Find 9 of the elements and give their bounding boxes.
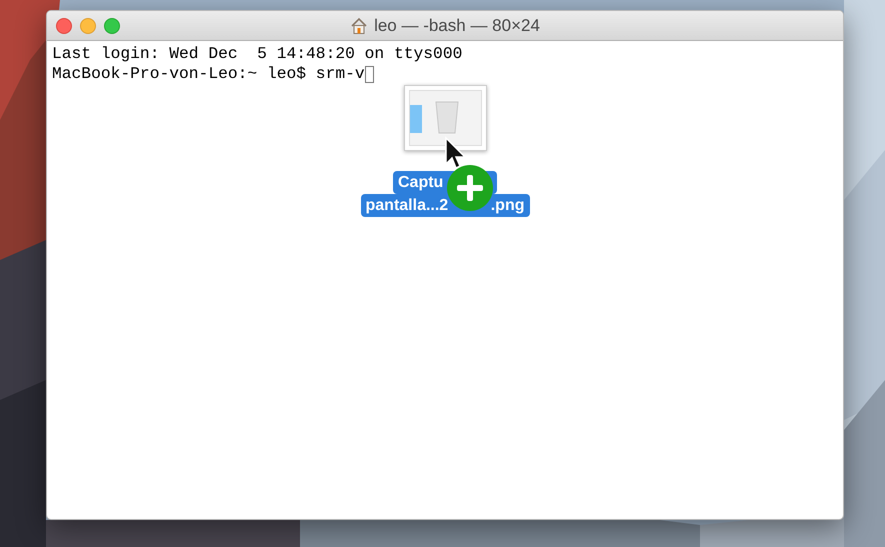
zoom-button[interactable] <box>104 18 120 34</box>
terminal-line: Last login: Wed Dec 5 14:48:20 on ttys000 <box>52 44 462 64</box>
trash-icon <box>434 99 460 135</box>
minimize-button[interactable] <box>80 18 96 34</box>
terminal-line: MacBook-Pro-von-Leo:~ leo$ srm-v <box>52 64 365 84</box>
folder-icon <box>410 105 422 133</box>
house-icon <box>350 16 368 34</box>
close-button[interactable] <box>56 18 72 34</box>
window-title: leo — -bash — 80×24 <box>374 14 540 37</box>
